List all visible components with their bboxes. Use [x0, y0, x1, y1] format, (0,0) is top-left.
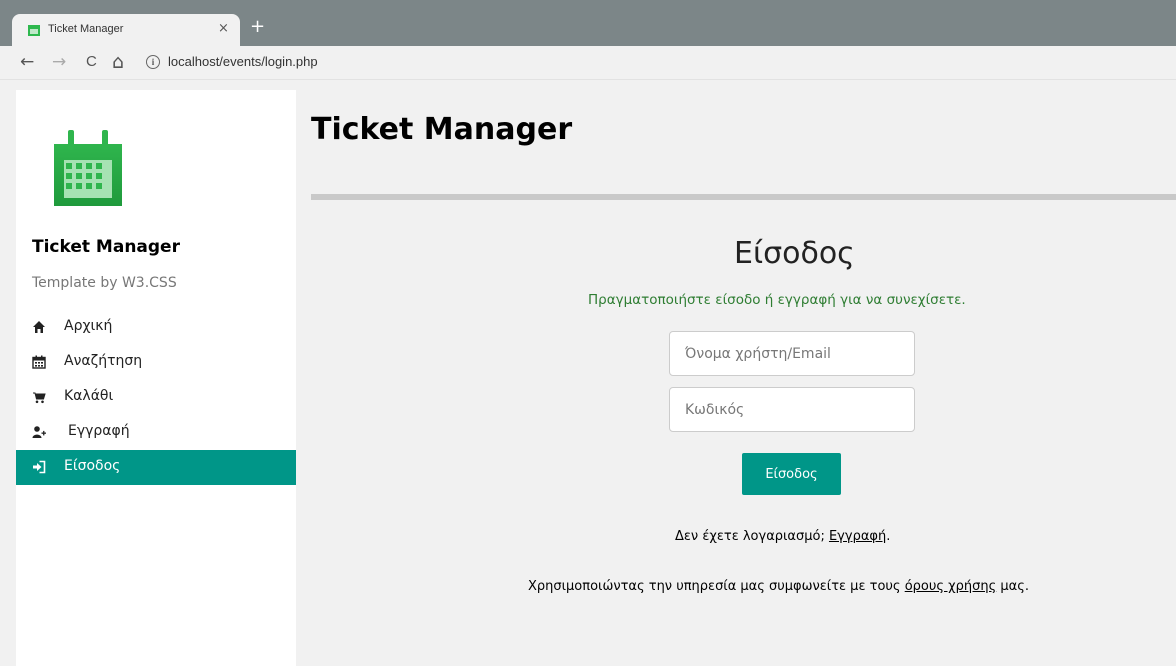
- register-link[interactable]: Εγγραφή: [829, 529, 886, 544]
- sidebar-item-label: Είσοδος: [64, 458, 121, 474]
- sidebar-item-label: Καλάθι: [64, 388, 114, 404]
- terms-text: Χρησιμοποιώντας την υπηρεσία μας συμφωνε…: [528, 579, 1029, 594]
- divider: [311, 194, 1176, 200]
- back-arrow-icon[interactable]: ←: [20, 52, 34, 72]
- login-heading: Είσοδος: [734, 236, 855, 271]
- browser-toolbar: ← → C ⌂ i localhost/events/login.php: [0, 46, 1176, 80]
- browser-tab[interactable]: Ticket Manager ×: [12, 14, 240, 46]
- calendar-icon: [32, 355, 46, 369]
- username-input[interactable]: [669, 331, 915, 376]
- sidebar-item-home[interactable]: Αρχική: [16, 310, 296, 345]
- calendar-favicon-icon: [28, 25, 40, 36]
- sidebar-item-label: Εγγραφή: [68, 423, 130, 439]
- password-input[interactable]: [669, 387, 915, 432]
- sidebar-item-label: Αναζήτηση: [64, 353, 143, 369]
- home-icon[interactable]: ⌂: [112, 52, 124, 72]
- sidebar-item-label: Αρχική: [64, 318, 113, 334]
- page-title: Ticket Manager: [311, 112, 573, 147]
- sidebar: Ticket Manager Template by W3.CSS Αρχική…: [16, 90, 296, 666]
- no-account-text: Δεν έχετε λογαριασμό; Εγγραφή.: [675, 529, 890, 544]
- sign-in-icon: [33, 460, 46, 474]
- terms-prefix: Χρησιμοποιώντας την υπηρεσία μας συμφωνε…: [528, 579, 905, 594]
- login-message: Πραγματοποιήστε είσοδο ή εγγραφή για να …: [588, 292, 966, 308]
- sidebar-item-register[interactable]: Εγγραφή: [16, 415, 296, 450]
- tab-title: Ticket Manager: [48, 23, 124, 35]
- terms-link[interactable]: όρους χρήσης: [905, 579, 997, 594]
- sidebar-item-login[interactable]: Είσοδος: [16, 450, 296, 485]
- no-account-label: Δεν έχετε λογαριασμό;: [675, 529, 829, 544]
- login-button[interactable]: Είσοδος: [742, 453, 841, 495]
- site-info-icon[interactable]: i: [146, 55, 160, 69]
- no-account-period: .: [886, 529, 891, 544]
- tab-close-icon[interactable]: ×: [218, 21, 229, 36]
- calendar-logo-icon: [54, 130, 122, 206]
- new-tab-icon[interactable]: +: [250, 18, 265, 36]
- sidebar-title: Ticket Manager: [32, 237, 180, 257]
- home-icon: [33, 321, 45, 333]
- browser-tab-bar: Ticket Manager × +: [0, 0, 1176, 46]
- sidebar-subtitle: Template by W3.CSS: [32, 275, 177, 291]
- forward-arrow-icon[interactable]: →: [52, 52, 66, 72]
- sidebar-item-search[interactable]: Αναζήτηση: [16, 345, 296, 380]
- address-bar[interactable]: localhost/events/login.php: [168, 54, 318, 69]
- user-plus-icon: [32, 426, 46, 438]
- terms-suffix: μας.: [996, 579, 1029, 594]
- cart-icon: [33, 392, 46, 404]
- reload-icon[interactable]: C: [86, 52, 97, 72]
- sidebar-item-cart[interactable]: Καλάθι: [16, 380, 296, 415]
- sidebar-menu: Αρχική Αναζήτηση Καλάθι Εγγραφή Είσοδος: [16, 310, 296, 485]
